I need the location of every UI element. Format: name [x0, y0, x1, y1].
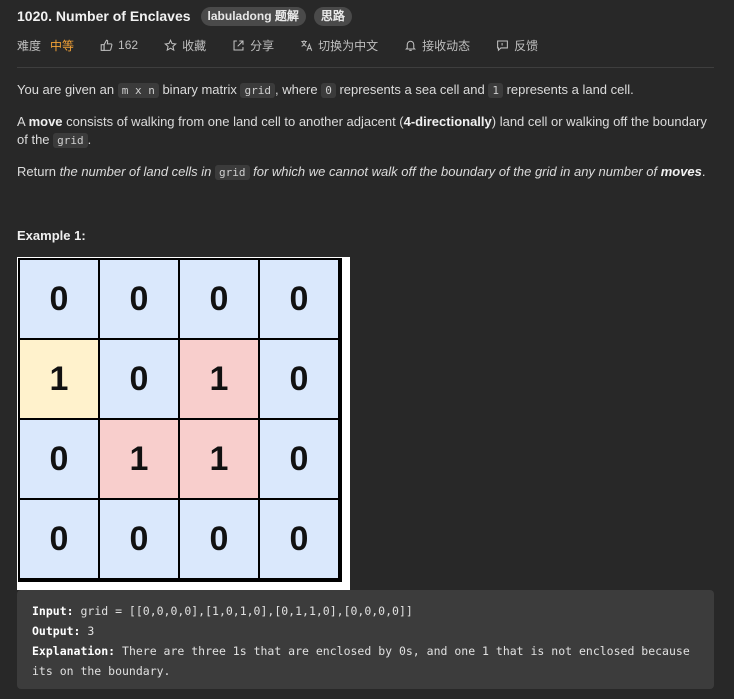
text: binary matrix	[158, 82, 241, 97]
like-button[interactable]: 162	[100, 38, 138, 52]
share-icon	[233, 40, 244, 50]
inline-code: grid	[215, 165, 250, 180]
grid-cell: 0	[259, 499, 339, 579]
switch-language-button[interactable]: 切换为中文	[300, 37, 378, 54]
grid-cell: 0	[259, 339, 339, 419]
grid-cell: 1	[179, 419, 259, 499]
feedback-button[interactable]: 反馈	[496, 37, 538, 54]
example-title: Example 1:	[17, 228, 86, 243]
text: , where	[274, 82, 322, 97]
translate-icon	[301, 39, 313, 51]
grid-cell: 0	[179, 499, 259, 579]
title-row: 1020. Number of Enclaves labuladong 题解 思…	[17, 4, 352, 28]
inline-code: grid	[240, 83, 275, 98]
input-value: grid = [[0,0,0,0],[1,0,1,0],[0,1,1,0],[0…	[73, 604, 413, 618]
example-grid-image: 0000101001100000	[17, 257, 350, 590]
notify-label: 接收动态	[422, 38, 471, 53]
favorite-button[interactable]: 收藏	[164, 37, 206, 54]
inline-code: 0	[321, 83, 336, 98]
grid-cell: 0	[259, 419, 339, 499]
output-value: 3	[80, 624, 95, 638]
grid-cell: 0	[99, 339, 179, 419]
description-paragraph-1: You are given an m x n binary matrix gri…	[17, 81, 714, 100]
problem-title: 1020. Number of Enclaves	[17, 8, 191, 24]
text: .	[701, 164, 706, 179]
inline-code: grid	[53, 133, 88, 148]
explanation-label: Explanation:	[32, 644, 116, 658]
grid-cell: 0	[179, 259, 259, 339]
notify-button[interactable]: 接收动态	[404, 37, 470, 54]
share-button[interactable]: 分享	[232, 37, 274, 54]
share-label: 分享	[250, 38, 275, 53]
meta-row: 难度 中等 162 收藏 分享 切换为中文 接收动态 反馈	[17, 36, 564, 54]
grid-cell: 0	[99, 259, 179, 339]
star-icon	[164, 38, 178, 51]
text: represents a land cell.	[502, 82, 634, 97]
input-label: Input:	[32, 604, 74, 618]
bell-icon	[405, 40, 417, 51]
grid-cell: 0	[19, 419, 99, 499]
grid-cell: 0	[19, 259, 99, 339]
feedback-label: 反馈	[514, 38, 539, 53]
tag-labuladong[interactable]: labuladong 题解	[200, 6, 306, 26]
grid-cell: 1	[19, 339, 99, 419]
text: A	[17, 114, 29, 129]
description-paragraph-3: Return the number of land cells in grid …	[17, 163, 714, 182]
favorite-label: 收藏	[182, 38, 207, 53]
inline-code: 1	[488, 83, 503, 98]
text: represents a sea cell and	[335, 82, 489, 97]
grid-cell: 1	[99, 419, 179, 499]
text: consists of walking from one land cell t…	[62, 114, 404, 129]
feedback-icon	[497, 40, 509, 51]
explanation-value: There are three 1s that are enclosed by …	[32, 644, 690, 678]
difficulty-label: 难度	[17, 38, 42, 53]
example-grid: 0000101001100000	[18, 258, 342, 582]
switch-language-label: 切换为中文	[318, 38, 379, 53]
italic-text: for which we cannot walk off the boundar…	[249, 164, 661, 179]
grid-cell: 1	[179, 339, 259, 419]
bold-text: move	[28, 114, 63, 129]
divider	[17, 67, 714, 68]
example-code-block: Input: grid = [[0,0,0,0],[1,0,1,0],[0,1,…	[17, 590, 714, 689]
thumbs-up-icon	[100, 39, 113, 51]
text: .	[87, 132, 92, 147]
text: You are given an	[17, 82, 118, 97]
grid-cell: 0	[259, 259, 339, 339]
difficulty-value: 中等	[50, 38, 75, 53]
text: Return	[17, 164, 60, 179]
description-paragraph-2: A move consists of walking from one land…	[17, 113, 714, 150]
bold-text: moves	[660, 164, 702, 179]
likes-count: 162	[118, 38, 139, 52]
bold-text: 4-directionally	[403, 114, 492, 129]
tag-approach[interactable]: 思路	[313, 6, 352, 26]
output-label: Output:	[32, 624, 81, 638]
inline-code: m x n	[117, 83, 159, 98]
grid-cell: 0	[19, 499, 99, 579]
grid-cell: 0	[99, 499, 179, 579]
italic-text: the number of land cells in	[59, 164, 216, 179]
difficulty: 难度 中等	[17, 37, 74, 54]
